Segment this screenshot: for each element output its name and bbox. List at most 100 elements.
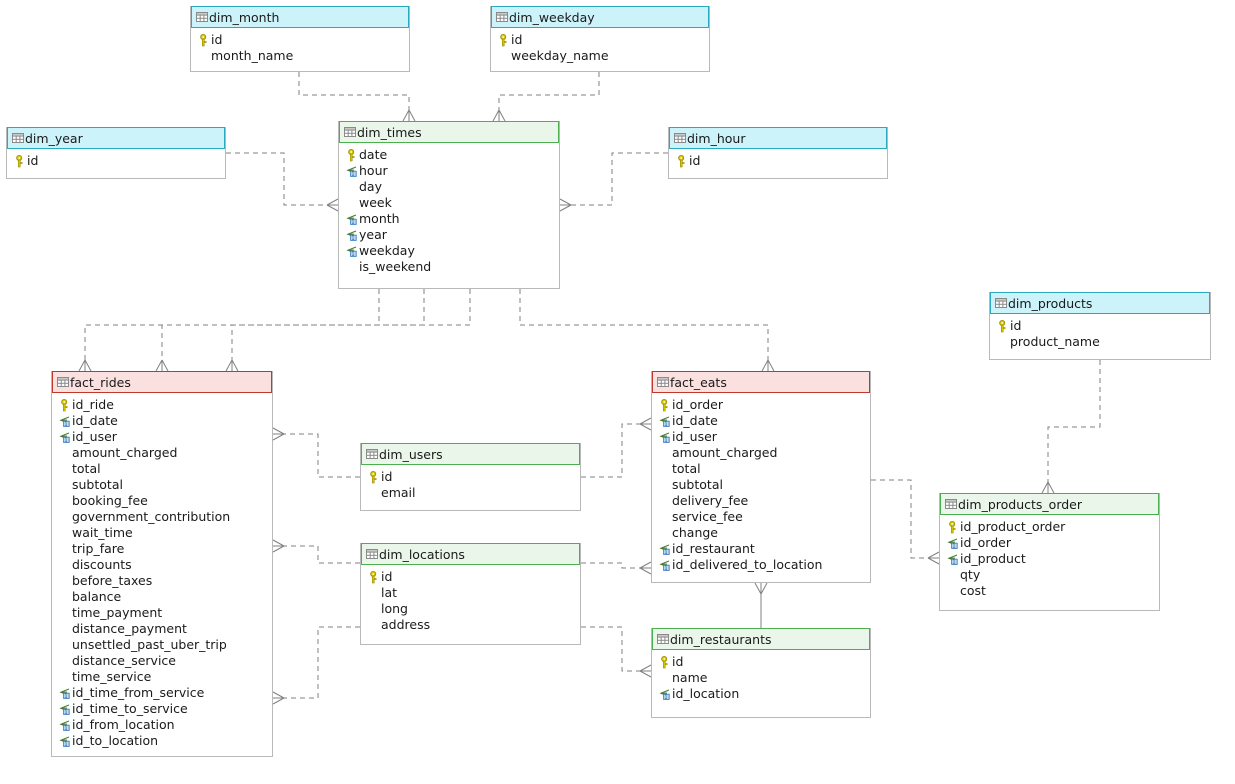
- relationship-rel-restaurants-eats[interactable]: [754, 582, 768, 628]
- field-row[interactable]: id: [366, 569, 576, 585]
- field-row[interactable]: 1 id_date: [657, 413, 866, 429]
- field-row[interactable]: 1 id_delivered_to_location: [657, 557, 866, 573]
- entity-fact_rides[interactable]: fact_rides id_ride 1 id_date 1 id_user amount_…: [51, 371, 273, 757]
- field-row[interactable]: total: [57, 461, 268, 477]
- relationship-rel-products-products-order[interactable]: [1041, 360, 1101, 494]
- entity-dim_times[interactable]: dim_times date 1 hour day week 1 month 1 year 1 wee…: [338, 121, 560, 289]
- field-row[interactable]: 1 id_order: [945, 535, 1155, 551]
- field-row[interactable]: day: [344, 179, 555, 195]
- field-row[interactable]: service_fee: [657, 509, 866, 525]
- field-row[interactable]: id: [12, 153, 221, 169]
- entity-fact_eats[interactable]: fact_eats id_order 1 id_date 1 id_user amount_…: [651, 371, 871, 583]
- relationship-rel-year-times[interactable]: [226, 152, 339, 212]
- field-row[interactable]: booking_fee: [57, 493, 268, 509]
- entity-header-dim_year[interactable]: dim_year: [7, 127, 225, 149]
- field-row[interactable]: delivery_fee: [657, 493, 866, 509]
- entity-dim_users[interactable]: dim_usersid email: [360, 443, 581, 511]
- relationship-rel-users-rides[interactable]: [272, 427, 360, 478]
- field-row[interactable]: trip_fare: [57, 541, 268, 557]
- entity-dim_year[interactable]: dim_yearid: [6, 127, 226, 179]
- field-row[interactable]: weekday_name: [496, 48, 705, 64]
- relationship-rel-hour-times[interactable]: [559, 152, 668, 212]
- field-row[interactable]: 1 id_restaurant: [657, 541, 866, 557]
- field-row[interactable]: id: [366, 469, 576, 485]
- field-row[interactable]: unsettled_past_uber_trip: [57, 637, 268, 653]
- entity-header-dim_products_order[interactable]: dim_products_order: [940, 493, 1159, 515]
- field-row[interactable]: subtotal: [57, 477, 268, 493]
- relationship-rel-locations-rides-from[interactable]: [272, 539, 360, 564]
- field-row[interactable]: balance: [57, 589, 268, 605]
- field-row[interactable]: month_name: [196, 48, 405, 64]
- field-row[interactable]: id_ride: [57, 397, 268, 413]
- entity-dim_month[interactable]: dim_monthid month_name: [190, 6, 410, 72]
- field-row[interactable]: id: [496, 32, 705, 48]
- field-row[interactable]: lat: [366, 585, 576, 601]
- field-row[interactable]: wait_time: [57, 525, 268, 541]
- entity-header-dim_locations[interactable]: dim_locations: [361, 543, 580, 565]
- field-row[interactable]: is_weekend: [344, 259, 555, 275]
- field-row[interactable]: amount_charged: [57, 445, 268, 461]
- field-row[interactable]: 1 id_location: [657, 686, 866, 702]
- field-row[interactable]: 1 id_product: [945, 551, 1155, 567]
- relationship-rel-locations-restaurants[interactable]: [581, 626, 652, 678]
- entity-header-fact_rides[interactable]: fact_rides: [52, 371, 272, 393]
- relationship-rel-weekday-times[interactable]: [492, 72, 600, 122]
- field-row[interactable]: id: [657, 654, 866, 670]
- field-row[interactable]: long: [366, 601, 576, 617]
- relationship-rel-times-eats-date[interactable]: [519, 289, 775, 372]
- entity-header-dim_hour[interactable]: dim_hour: [669, 127, 887, 149]
- field-row[interactable]: total: [657, 461, 866, 477]
- entity-header-dim_products[interactable]: dim_products: [990, 292, 1210, 314]
- field-row[interactable]: id: [196, 32, 405, 48]
- entity-header-dim_weekday[interactable]: dim_weekday: [491, 6, 709, 28]
- field-row[interactable]: discounts: [57, 557, 268, 573]
- field-row[interactable]: product_name: [995, 334, 1206, 350]
- field-row[interactable]: id_order: [657, 397, 866, 413]
- field-row[interactable]: 1 id_time_from_service: [57, 685, 268, 701]
- field-row[interactable]: government_contribution: [57, 509, 268, 525]
- field-row[interactable]: 1 id_user: [657, 429, 866, 445]
- field-row[interactable]: 1 weekday: [344, 243, 555, 259]
- field-row[interactable]: 1 id_from_location: [57, 717, 268, 733]
- entity-header-fact_eats[interactable]: fact_eats: [652, 371, 870, 393]
- relationship-rel-times-rides-toservice[interactable]: [225, 289, 471, 372]
- field-row[interactable]: 1 month: [344, 211, 555, 227]
- field-row[interactable]: before_taxes: [57, 573, 268, 589]
- field-row[interactable]: subtotal: [657, 477, 866, 493]
- field-row[interactable]: 1 hour: [344, 163, 555, 179]
- entity-dim_products_order[interactable]: dim_products_order id_product_order 1 id_or…: [939, 493, 1160, 611]
- entity-header-dim_times[interactable]: dim_times: [339, 121, 559, 143]
- relationship-rel-users-eats[interactable]: [581, 417, 652, 478]
- field-row[interactable]: week: [344, 195, 555, 211]
- field-row[interactable]: 1 id_date: [57, 413, 268, 429]
- entity-dim_restaurants[interactable]: dim_restaurants id name 1 id_location: [651, 628, 871, 718]
- entity-dim_hour[interactable]: dim_hourid: [668, 127, 888, 179]
- field-row[interactable]: id: [674, 153, 883, 169]
- field-row[interactable]: cost: [945, 583, 1155, 599]
- entity-dim_products[interactable]: dim_productsid product_name: [989, 292, 1211, 360]
- field-row[interactable]: email: [366, 485, 576, 501]
- field-row[interactable]: id: [995, 318, 1206, 334]
- field-row[interactable]: change: [657, 525, 866, 541]
- field-row[interactable]: date: [344, 147, 555, 163]
- entity-header-dim_users[interactable]: dim_users: [361, 443, 580, 465]
- field-row[interactable]: address: [366, 617, 576, 633]
- field-row[interactable]: distance_service: [57, 653, 268, 669]
- relationship-rel-locations-eats[interactable]: [581, 561, 652, 575]
- field-row[interactable]: 1 id_time_to_service: [57, 701, 268, 717]
- relationship-rel-times-rides-fromservice[interactable]: [155, 289, 425, 372]
- relationship-rel-eats-products-order[interactable]: [871, 479, 940, 565]
- entity-dim_locations[interactable]: dim_locationsid lat long address: [360, 543, 581, 645]
- field-row[interactable]: id_product_order: [945, 519, 1155, 535]
- field-row[interactable]: 1 id_to_location: [57, 733, 268, 749]
- relationship-rel-locations-rides-to[interactable]: [272, 626, 360, 705]
- field-row[interactable]: 1 id_user: [57, 429, 268, 445]
- entity-dim_weekday[interactable]: dim_weekdayid weekday_name: [490, 6, 710, 72]
- field-row[interactable]: qty: [945, 567, 1155, 583]
- relationship-rel-month-times[interactable]: [298, 72, 416, 122]
- field-row[interactable]: distance_payment: [57, 621, 268, 637]
- relationship-rel-times-rides-date[interactable]: [78, 289, 380, 372]
- field-row[interactable]: time_service: [57, 669, 268, 685]
- entity-header-dim_month[interactable]: dim_month: [191, 6, 409, 28]
- entity-header-dim_restaurants[interactable]: dim_restaurants: [652, 628, 870, 650]
